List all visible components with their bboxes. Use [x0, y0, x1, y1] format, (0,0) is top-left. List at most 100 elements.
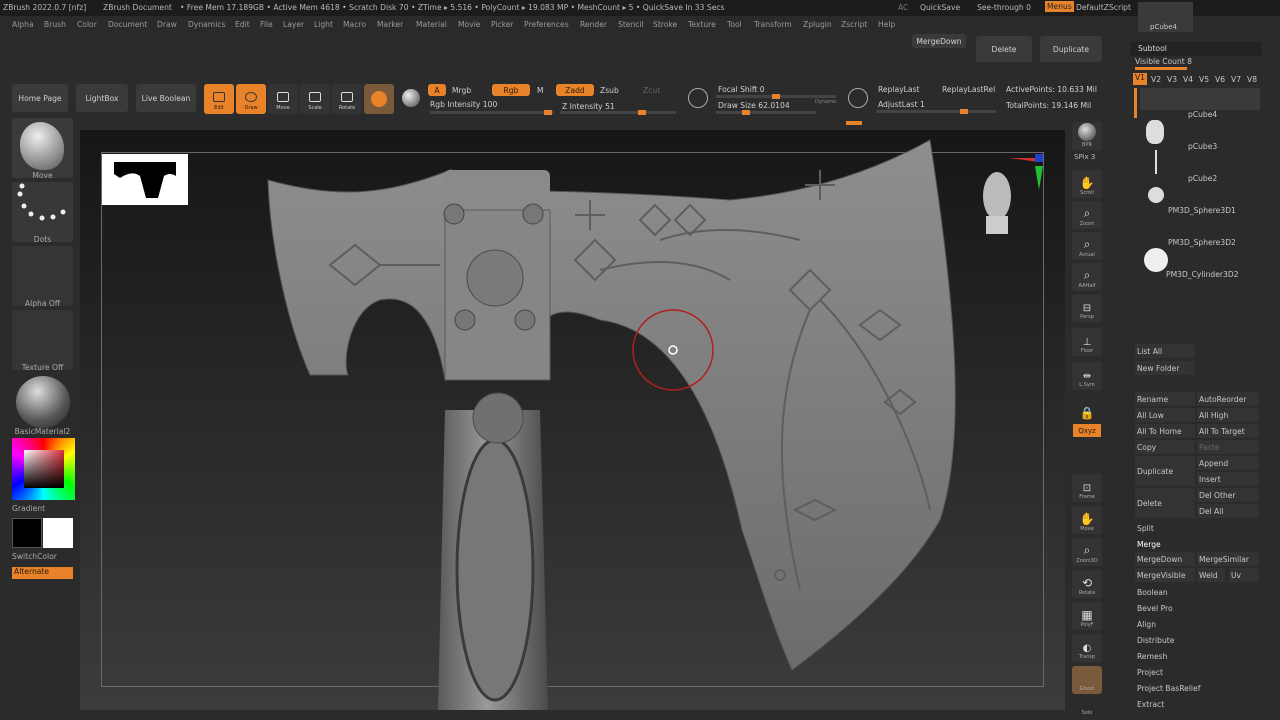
lock-button[interactable]: 🔒	[1072, 394, 1102, 422]
all-high-button[interactable]: All High	[1197, 408, 1259, 422]
brush-preview-button[interactable]	[364, 84, 394, 114]
rename-button[interactable]: Rename	[1135, 392, 1195, 406]
menu-layer[interactable]: Layer	[283, 20, 304, 29]
extract-menu[interactable]: Extract	[1135, 697, 1261, 711]
mergedown-button[interactable]: MergeDown	[1135, 552, 1195, 566]
stroke-thumbnail[interactable]	[12, 182, 73, 242]
dynamic-toggle[interactable]: Dynamic	[815, 99, 837, 105]
see-through-slider[interactable]: See-through 0	[977, 3, 1031, 12]
draw-size-slider[interactable]	[716, 110, 816, 115]
color-picker-square[interactable]	[24, 450, 64, 488]
lazy-mouse-icon[interactable]	[688, 88, 708, 108]
material-thumbnail[interactable]	[12, 374, 73, 434]
menu-edit[interactable]: Edit	[235, 20, 250, 29]
menu-marker[interactable]: Marker	[377, 20, 403, 29]
axe-model[interactable]	[80, 130, 1065, 710]
list-all-button[interactable]: List All	[1135, 344, 1195, 358]
all-to-target-button[interactable]: All To Target	[1197, 424, 1259, 438]
z-intensity-slider[interactable]	[560, 110, 676, 115]
secondary-color-swatch[interactable]	[43, 518, 73, 548]
bpr-button[interactable]: BPR	[1072, 122, 1102, 150]
bevel-pro-menu[interactable]: Bevel Pro	[1135, 601, 1261, 615]
version-v4[interactable]: V4	[1183, 75, 1193, 84]
duplicate-top-button[interactable]: Duplicate	[1040, 36, 1102, 62]
focal-shift-handle[interactable]	[772, 94, 780, 99]
adjustlast-handle[interactable]	[960, 109, 968, 114]
copy-button[interactable]: Copy	[1135, 440, 1195, 454]
menu-texture[interactable]: Texture	[688, 20, 716, 29]
subtool-item-pcube2[interactable]: pCube2	[1188, 174, 1217, 183]
draw-button[interactable]: Draw	[236, 84, 266, 114]
version-v1[interactable]: V1	[1133, 73, 1147, 85]
edit-button[interactable]: Edit	[204, 84, 234, 114]
home-page-button[interactable]: Home Page	[12, 84, 68, 112]
rgb-intensity-handle[interactable]	[544, 110, 552, 115]
zsub-toggle[interactable]: Zsub	[600, 86, 619, 95]
alternate-button[interactable]: Alternate	[12, 567, 73, 579]
zcut-toggle[interactable]: Zcut	[643, 86, 660, 95]
solo-button[interactable]: Solo	[1072, 696, 1102, 718]
persp-button[interactable]: ⊟ Persp	[1072, 294, 1102, 322]
default-zscript-button[interactable]: DefaultZScript	[1076, 3, 1131, 12]
weld-toggle[interactable]: Weld	[1197, 568, 1225, 582]
all-low-button[interactable]: All Low	[1135, 408, 1195, 422]
menu-zscript[interactable]: Zscript	[841, 20, 867, 29]
menu-picker[interactable]: Picker	[491, 20, 514, 29]
merge-menu[interactable]: Merge	[1135, 537, 1261, 551]
spix-slider[interactable]: SPix 3	[1074, 153, 1095, 161]
zoom3d-button[interactable]: ⌕ Zoom3D	[1072, 538, 1102, 566]
menu-movie[interactable]: Movie	[458, 20, 480, 29]
menu-brush[interactable]: Brush	[44, 20, 66, 29]
menu-tool[interactable]: Tool	[727, 20, 742, 29]
switchcolor-button[interactable]: SwitchColor	[12, 552, 73, 561]
new-folder-button[interactable]: New Folder	[1135, 361, 1195, 375]
zadd-toggle[interactable]: Zadd	[556, 84, 594, 96]
mergedown-top-button[interactable]: MergeDown	[912, 34, 966, 48]
all-to-home-button[interactable]: All To Home	[1135, 424, 1195, 438]
subtool-item-sphere3d1[interactable]: PM3D_Sphere3D1	[1168, 206, 1236, 215]
version-v2[interactable]: V2	[1151, 75, 1161, 84]
color-picker[interactable]	[12, 438, 75, 500]
distribute-menu[interactable]: Distribute	[1135, 633, 1261, 647]
m-toggle[interactable]: M	[537, 86, 544, 95]
subtool-item-sphere3d2[interactable]: PM3D_Sphere3D2	[1168, 238, 1236, 247]
version-v8[interactable]: V8	[1247, 75, 1257, 84]
draw-size-handle[interactable]	[742, 110, 750, 115]
move-view-button[interactable]: ✋ Move	[1072, 506, 1102, 534]
remesh-menu[interactable]: Remesh	[1135, 649, 1261, 663]
frame-button[interactable]: ⊡ Frame	[1072, 474, 1102, 502]
project-menu[interactable]: Project	[1135, 665, 1261, 679]
delete-top-button[interactable]: Delete	[976, 36, 1032, 62]
menu-preferences[interactable]: Preferences	[524, 20, 569, 29]
replay-icon[interactable]	[848, 88, 868, 108]
xyz-toggle[interactable]: Qxyz	[1073, 424, 1101, 437]
align-menu[interactable]: Align	[1135, 617, 1261, 631]
move-button[interactable]: Move	[268, 84, 298, 114]
polyf-button[interactable]: ▦ PolyF	[1072, 602, 1102, 630]
split-menu[interactable]: Split	[1135, 521, 1261, 535]
project-basrelief-menu[interactable]: Project BasRelief	[1135, 681, 1261, 695]
version-v6[interactable]: V6	[1215, 75, 1225, 84]
subtool-row-active[interactable]	[1140, 88, 1260, 110]
version-v3[interactable]: V3	[1167, 75, 1177, 84]
delete-button[interactable]: Delete	[1135, 488, 1195, 518]
rotate-button[interactable]: Rotate	[332, 84, 362, 114]
menu-alpha[interactable]: Alpha	[12, 20, 34, 29]
replaylast-button[interactable]: ReplayLast	[878, 85, 920, 94]
mergesimilar-button[interactable]: MergeSimilar	[1197, 552, 1259, 566]
replaylastrel-button[interactable]: ReplayLastRel	[942, 85, 995, 94]
menu-draw[interactable]: Draw	[157, 20, 177, 29]
menus-button[interactable]: Menus	[1045, 1, 1074, 12]
menu-file[interactable]: File	[260, 20, 273, 29]
rotate-view-button[interactable]: ⟲ Rotate	[1072, 570, 1102, 598]
paste-button[interactable]: Paste	[1197, 440, 1259, 454]
texture-thumbnail[interactable]	[12, 310, 73, 370]
quicksave-button[interactable]: QuickSave	[920, 3, 960, 12]
menu-stencil[interactable]: Stencil	[618, 20, 644, 29]
scroll-button[interactable]: ✋ Scroll	[1072, 170, 1102, 198]
actual-button[interactable]: ⌕ Actual	[1072, 232, 1102, 260]
visible-count-slider[interactable]	[1135, 67, 1187, 70]
menu-document[interactable]: Document	[108, 20, 147, 29]
menu-transform[interactable]: Transform	[754, 20, 792, 29]
main-color-swatch[interactable]	[12, 518, 42, 548]
